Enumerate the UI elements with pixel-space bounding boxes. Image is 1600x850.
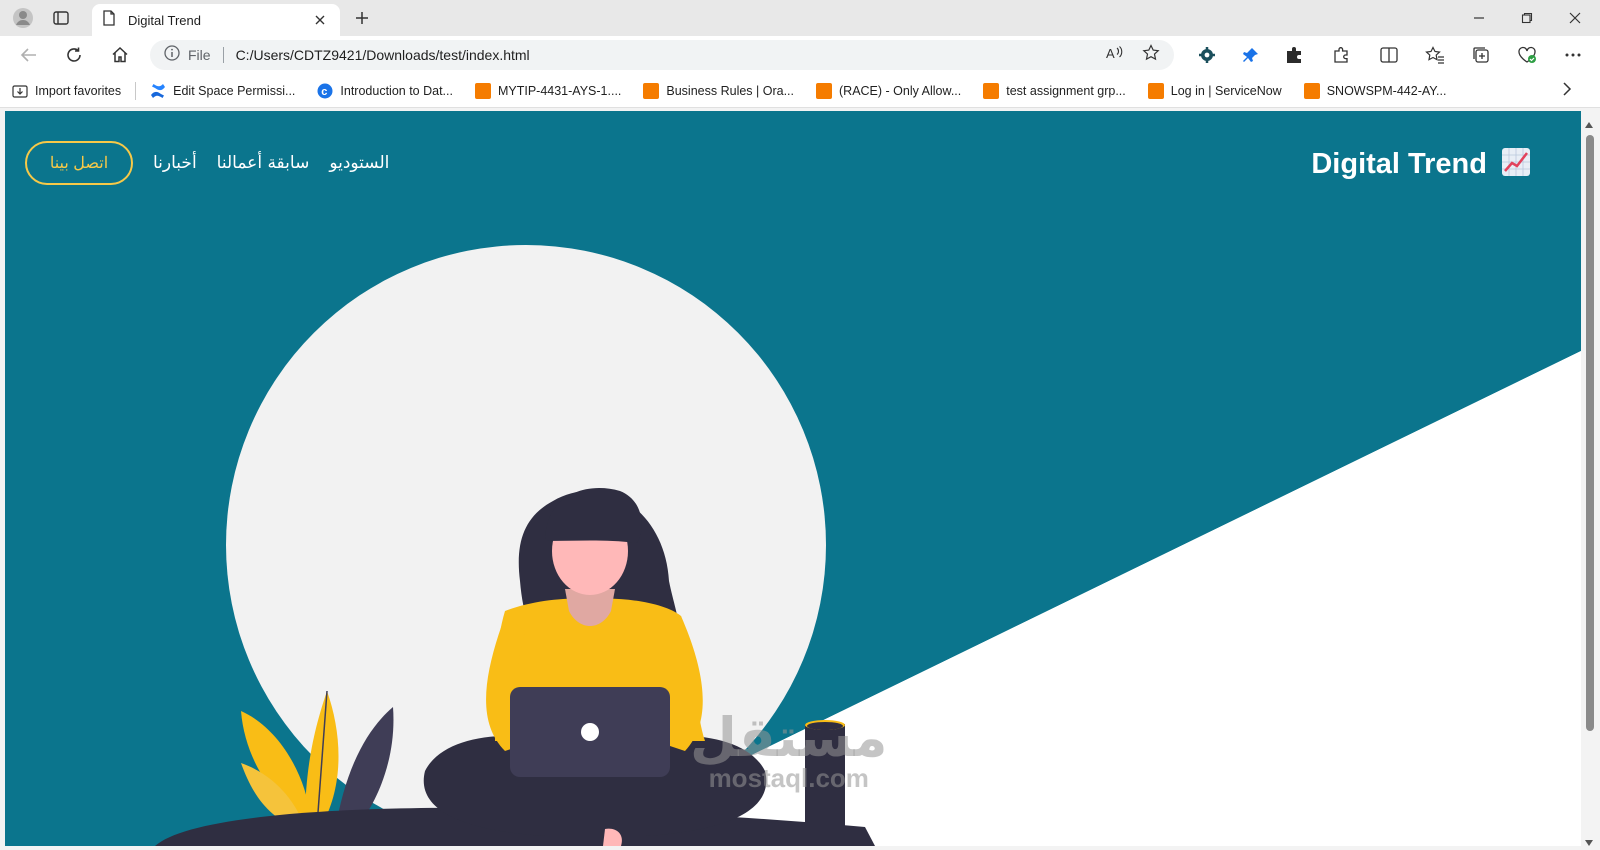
close-window-icon[interactable] (1552, 2, 1598, 34)
import-icon (12, 84, 28, 98)
bookmark-label: Log in | ServiceNow (1170, 83, 1282, 98)
collections-icon[interactable] (1466, 42, 1496, 68)
chart-increasing-icon (1501, 147, 1531, 182)
contact-us-button[interactable]: اتصل بينا (25, 141, 133, 185)
orange-bookmark-icon (643, 82, 660, 99)
tab-title: Digital Trend (128, 12, 201, 28)
tab-digital-trend[interactable]: Digital Trend (92, 4, 340, 36)
scroll-thumb[interactable] (1586, 135, 1594, 731)
bookmark-servicenow-login[interactable]: Log in | ServiceNow (1147, 82, 1282, 99)
page-viewport: الستوديو سابقة أعمالنا أخبارنا اتصل بينا… (5, 111, 1581, 846)
bookmark-label: Business Rules | Ora... (666, 83, 794, 98)
gear-extension-icon[interactable] (1192, 42, 1222, 68)
restore-icon[interactable] (1504, 2, 1550, 34)
watermark-arabic: مستقل (690, 706, 888, 769)
site-brand[interactable]: Digital Trend (1311, 147, 1531, 182)
bookmark-divider (135, 81, 137, 100)
svg-text:A: A (1106, 46, 1115, 61)
confluence-icon (151, 83, 166, 98)
back-arrow-icon[interactable] (13, 40, 45, 70)
pin-extension-icon[interactable] (1236, 42, 1266, 68)
bookmark-label: SNOWSPM-442-AY... (1326, 83, 1447, 98)
read-aloud-icon[interactable]: A (1106, 45, 1124, 66)
bookmark-label: Introduction to Dat... (340, 83, 453, 98)
nav-link-studio[interactable]: الستوديو (329, 153, 389, 173)
favorite-star-icon[interactable] (1142, 43, 1160, 67)
watermark-latin: mostaql.com (708, 763, 869, 793)
bookmarks-bar: Import favorites Edit Space Permissi... … (0, 74, 1600, 108)
url-divider (222, 47, 224, 63)
laptop-logo (581, 723, 599, 741)
bookmark-business-rules[interactable]: Business Rules | Ora... (643, 82, 794, 99)
title-bar: Digital Trend (0, 0, 1600, 36)
nav-link-portfolio[interactable]: سابقة أعمالنا (217, 153, 310, 173)
scroll-up-icon[interactable] (1585, 115, 1593, 133)
bookmark-import-favorites[interactable]: Import favorites (12, 83, 121, 99)
favorites-icon[interactable] (1420, 42, 1450, 68)
bookmark-test-assignment[interactable]: test assignment grp... (983, 82, 1126, 99)
info-icon[interactable] (164, 44, 180, 66)
c-logo-icon: c (317, 83, 333, 98)
close-tab-icon[interactable] (310, 10, 330, 30)
minimize-icon[interactable] (1456, 2, 1502, 34)
more-options-icon[interactable] (1558, 42, 1588, 68)
page-scrollbar[interactable] (1582, 111, 1596, 846)
orange-bookmark-icon (1147, 82, 1164, 99)
bookmark-introduction[interactable]: c Introduction to Dat... (317, 83, 453, 99)
bookmark-mytip[interactable]: MYTIP-4431-AYS-1.... (474, 82, 622, 99)
scroll-down-icon[interactable] (1585, 833, 1593, 850)
bookmark-label: Import favorites (35, 83, 122, 98)
navigation-bar: File C:/Users/CDTZ9421/Downloads/test/in… (0, 36, 1600, 74)
page-document-icon (102, 9, 116, 31)
svg-text:c: c (322, 86, 328, 98)
watermark: مستقل mostaql.com (690, 706, 888, 793)
address-bar[interactable]: File C:/Users/CDTZ9421/Downloads/test/in… (150, 40, 1174, 70)
bookmark-race[interactable]: (RACE) - Only Allow... (816, 82, 962, 99)
bookmark-label: MYTIP-4431-AYS-1.... (497, 83, 622, 98)
home-icon[interactable] (104, 40, 136, 70)
orange-bookmark-icon (816, 82, 832, 99)
bookmark-snowspm[interactable]: SNOWSPM-442-AY... (1303, 82, 1447, 99)
profile-icon[interactable] (8, 4, 38, 32)
bookmark-label: Edit Space Permissi... (173, 83, 296, 98)
brand-name: Digital Trend (1311, 148, 1487, 180)
chevron-right-icon[interactable] (1562, 81, 1572, 102)
new-tab-button[interactable] (348, 5, 376, 31)
browser-essentials-icon[interactable] (1512, 42, 1542, 68)
bookmark-edit-space[interactable]: Edit Space Permissi... (150, 83, 295, 99)
extensions-puzzle-icon[interactable] (1326, 42, 1356, 68)
orange-bookmark-icon (474, 82, 491, 99)
orange-bookmark-icon (1303, 82, 1320, 99)
reload-icon[interactable] (58, 40, 90, 70)
bookmark-label: test assignment grp... (1006, 83, 1126, 98)
split-screen-icon[interactable] (1374, 42, 1404, 68)
tab-actions-icon[interactable] (46, 4, 76, 32)
bookmark-label: (RACE) - Only Allow... (839, 83, 962, 98)
main-nav: الستوديو سابقة أعمالنا أخبارنا اتصل بينا (25, 141, 389, 185)
url-text[interactable]: C:/Users/CDTZ9421/Downloads/test/index.h… (236, 47, 1106, 63)
nav-link-news[interactable]: أخبارنا (153, 153, 197, 173)
orange-bookmark-icon (983, 82, 1000, 99)
url-scheme-label: File (188, 47, 211, 63)
puzzle-dark-extension-icon[interactable] (1280, 42, 1310, 68)
